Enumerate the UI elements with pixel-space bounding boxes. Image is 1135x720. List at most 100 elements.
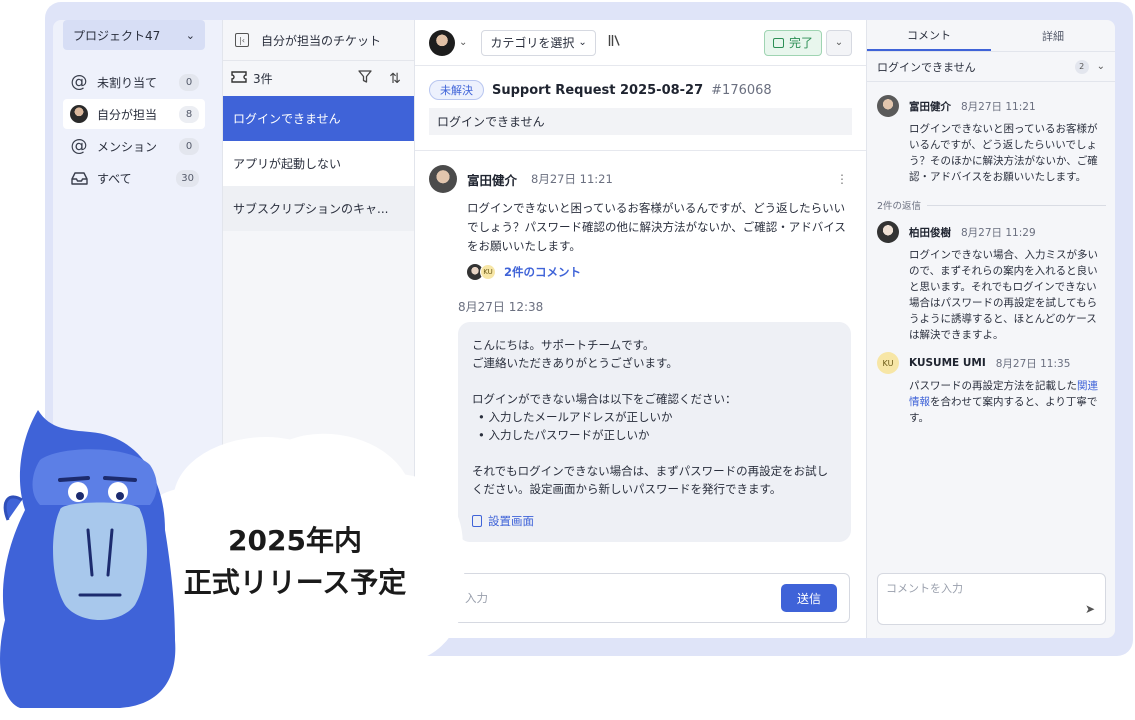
sidebar-item-mentions[interactable]: @ メンション 0 [63,131,205,161]
sidebar-item-all[interactable]: すべて 30 [63,163,205,193]
divider-line [927,204,1106,206]
sidebar-item-label: 未割り当て [97,75,158,90]
message-composer[interactable]: 信を入力 送信 [429,573,850,623]
replies-link[interactable]: 2件のコメント [504,264,581,280]
avatar: KU [877,352,899,374]
at-icon: @ [70,72,88,92]
status-dropdown-button[interactable]: ⌄ [826,29,852,56]
category-select[interactable]: カテゴリを選択 ⌄ [481,29,596,56]
comment: KU KUSUME UMI 8月27日 11:35 パスワードの再設定方法を記載… [877,352,1107,426]
ticket-description: ログインできません [429,108,852,135]
project-name: プロジェクト47 [73,28,161,43]
reply-line: ご連絡いただきありがとうございます。 [472,356,678,370]
collapse-panel-icon[interactable]: |‹ [235,33,249,47]
comment-input[interactable]: コメントを入力 [886,582,963,595]
ticket-list-title: 自分が担当のチケット [261,33,382,48]
promo-line: 2025年内 [228,524,362,557]
send-icon[interactable]: ➤ [1085,602,1095,616]
done-button[interactable]: 完了 [763,29,822,56]
category-select-label: カテゴリを選択 [490,36,575,50]
status-badge: 未解決 [429,80,484,100]
comment-header: KU KUSUME UMI 8月27日 11:35 [877,352,1107,374]
tab-details[interactable]: 詳細 [991,20,1115,51]
ticket-item[interactable]: アプリが起動しない [223,141,414,186]
avatar [877,221,899,243]
reply-line: それでもログインできない場合は、まずパスワードの再設定をお試しください。設定画面… [472,464,829,496]
message-input[interactable]: 信を入力 [442,590,781,606]
post-header: 富田健介 8月27日 11:21 ⋮ [429,165,852,193]
panel-tabs: コメント 詳細 [867,20,1115,52]
avatar: KU [480,264,496,280]
more-icon[interactable]: ⋮ [836,172,848,186]
count-badge: 2 [1074,59,1089,74]
count-badge: 8 [179,105,199,123]
ticket-toolbar: ⌄ カテゴリを選択 ⌄ 完了 ⌄ [415,20,866,66]
chevron-down-icon[interactable]: ⌄ [459,37,467,48]
library-icon[interactable] [608,34,621,51]
chevron-down-icon: ⌄ [578,37,587,48]
post-body: ログインできないと困っているお客様がいるんですが、どう返したらいいでしょう？パス… [467,201,846,253]
reply-bubble: こんにちは。サポートチームです。 ご連絡いただきありがとうございます。 ログイン… [458,322,851,542]
comment-author: 富田健介 [909,100,951,113]
ticket-id: #176068 [711,82,772,98]
thread-title: ログインできません [877,60,976,74]
promo-line: 正式リリース予定 [183,566,407,599]
comment-time: 8月27日 11:29 [961,226,1036,239]
archive-icon [772,37,784,48]
chevron-down-icon: ⌄ [834,37,844,48]
chevron-down-icon: ⌄ [1096,61,1105,72]
ticket-list-header: |‹ 自分が担当のチケット [223,20,414,60]
comment: 柏田俊樹 8月27日 11:29 ログインできない場合、入力ミスが多いので、まず… [877,221,1107,343]
done-label: 完了 [788,36,813,50]
inbox-icon [69,168,89,188]
attachment-link[interactable]: 設置画面 [472,512,837,530]
reply-line: こんにちは。サポートチームです。 [472,338,655,352]
count-badge: 0 [179,137,199,155]
ticket-count: 3件 [253,72,273,86]
ticket-list-toolbar: 3件 ⇅ [223,60,414,96]
comment-text: パスワードの再設定方法を記載した [909,380,1077,392]
sort-icon[interactable]: ⇅ [384,71,406,87]
chevron-down-icon: ⌄ [185,28,195,42]
at-icon: @ [70,136,88,156]
post-author: 富田健介 [467,172,518,188]
assignee-avatar[interactable] [429,29,455,56]
reply-line: ログインができない場合は以下をご確認ください： [472,392,737,406]
comment: 富田健介 8月27日 11:21 ログインできないと困っているお客様がいるんです… [877,95,1107,185]
project-selector[interactable]: プロジェクト47 ⌄ [63,20,205,50]
comment-author: KUSUME UMI [909,357,986,369]
ticket-title: ログインできません [233,112,341,126]
reply-time: 8月27日 12:38 [458,300,544,314]
comment-body: ログインできないと困っているお客様がいるんですが、どう返したらいいでしょう？その… [909,123,1098,183]
comments-panel: コメント 詳細 ログインできません 2 ⌄ 富田健介 8月27日 11:21 ロ… [866,20,1115,638]
sidebar-item-unassigned[interactable]: @ 未割り当て 0 [63,67,205,97]
ticket-title: アプリが起動しない [233,157,342,171]
comment-header: 柏田俊樹 8月27日 11:29 [877,221,1107,243]
sidebar-item-label: メンション [97,139,158,154]
promo-text: 2025年内 正式リリース予定 [160,520,430,604]
avatar-icon [69,104,89,124]
comment-author: 柏田俊樹 [909,226,951,239]
attachment-label: 設置画面 [488,514,534,528]
count-badge: 0 [179,73,199,91]
comment-thread-selector[interactable]: ログインできません 2 ⌄ [867,52,1115,82]
comment-body: パスワードの再設定方法を記載した関連情報を合わせて案内すると、より丁寧です。 [909,378,1107,426]
replies-count: 2件の返信 [877,201,922,212]
send-button[interactable]: 送信 [781,584,837,612]
comment-text: を合わせて案内すると、より丁寧です。 [909,396,1098,424]
sidebar-item-mine[interactable]: 自分が担当 8 [63,99,205,129]
list-item: 入力したパスワードが正しいか [478,426,837,444]
comment-time: 8月27日 11:21 [961,100,1036,113]
tab-comments[interactable]: コメント [867,20,991,51]
filter-icon[interactable] [354,70,376,87]
post-replies[interactable]: KU 2件のコメント [467,264,852,280]
ticket-item[interactable]: サブスクリプションのキャ... [223,186,414,231]
ticket-item[interactable]: ログインできません [223,96,414,141]
comment-composer[interactable]: コメントを入力 ➤ [877,573,1106,625]
count-badge: 30 [176,169,199,187]
post-time: 8月27日 11:21 [531,172,613,186]
avatar [429,165,457,193]
internal-post: 富田健介 8月27日 11:21 ⋮ ログインできないと困っているお客様がいるん… [415,150,866,280]
